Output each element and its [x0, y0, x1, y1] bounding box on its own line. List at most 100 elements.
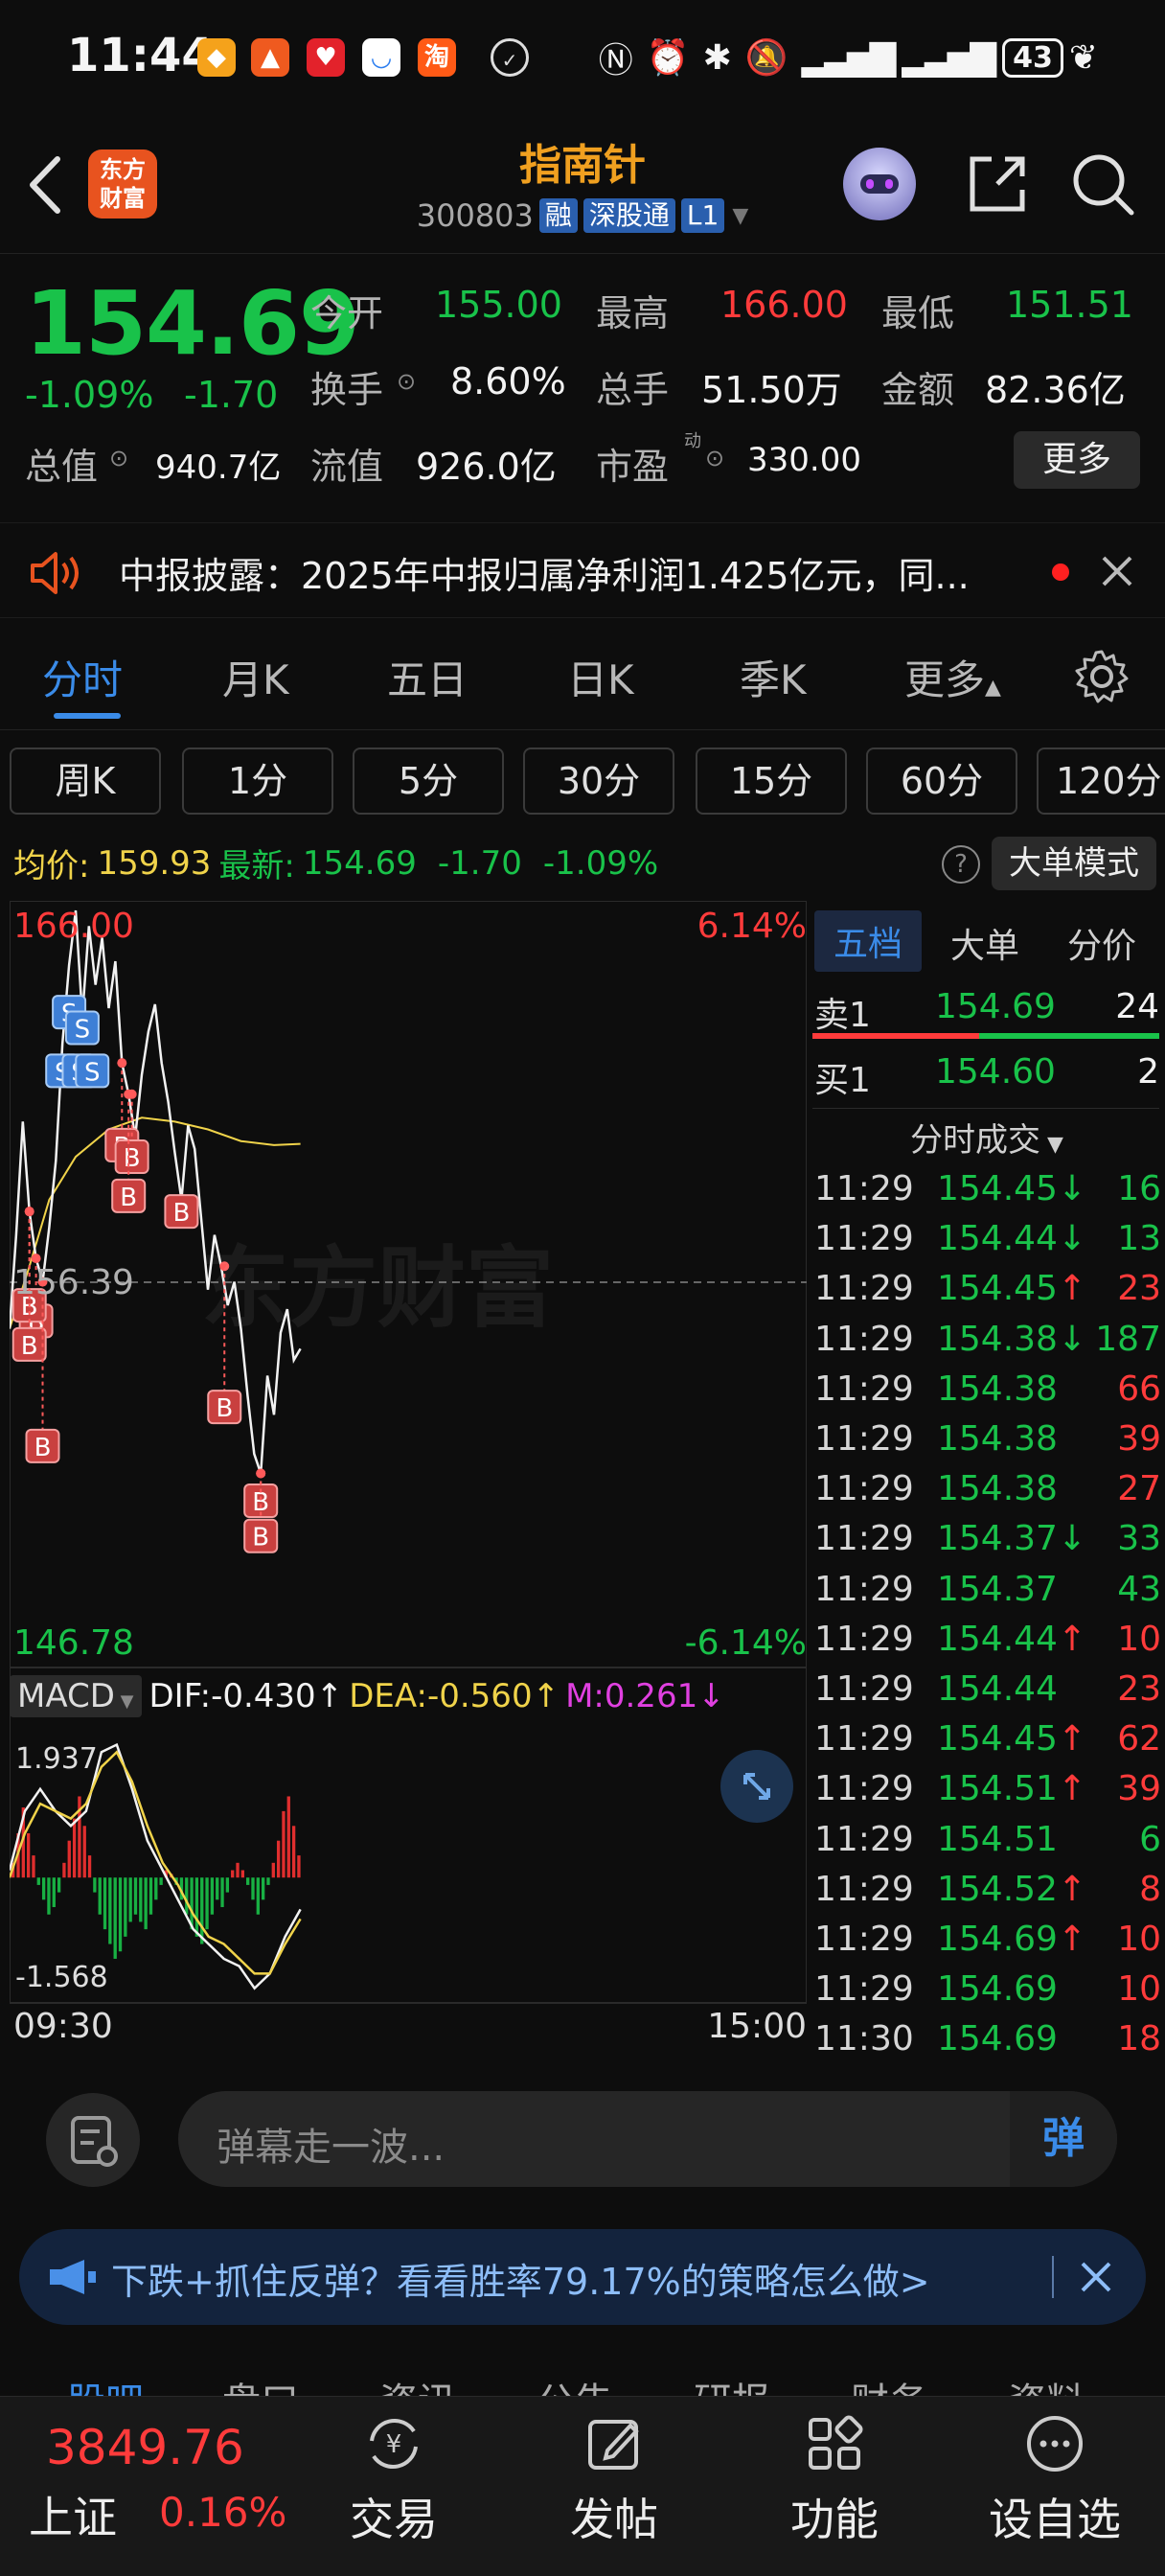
danmu-placeholder: 弹幕走一波... — [217, 2126, 445, 2170]
sell-marker-label: S — [84, 1058, 101, 1087]
tick-row: 11:29 154.51 6 — [814, 1820, 1161, 1870]
period-weekly-k[interactable]: 周K — [10, 748, 161, 815]
macd-bar — [205, 1877, 209, 1930]
tick-row: 11:29 154.38 27 — [814, 1469, 1161, 1519]
tab-five-day[interactable]: 五日 — [387, 648, 468, 706]
nav-add-watchlist-label: 设自选 — [989, 2494, 1121, 2545]
macd-bar — [128, 1877, 132, 1922]
tab-intraday[interactable]: 分时 — [42, 648, 123, 706]
dropdown-icon: ▼ — [1040, 1133, 1063, 1157]
app-notification-icon: ◆ — [197, 38, 236, 77]
bluetooth-icon: ✱ — [702, 37, 732, 78]
pe-label: 市盈 — [596, 446, 670, 488]
battery-icon: 43 — [1002, 37, 1063, 78]
search-icon[interactable] — [1068, 150, 1137, 222]
strategy-ad-banner[interactable]: 下跌+抓住反弹？看看胜率79.17%的策略怎么做> — [19, 2229, 1146, 2325]
tick-price: 154.52↑ — [937, 1869, 1087, 1909]
chart-low-pct: -6.14% — [684, 1623, 807, 1663]
notice-bar[interactable]: 中报披露：2025年中报归属净利润1.425亿元，同... — [0, 522, 1165, 618]
nav-post[interactable]: 发帖 — [542, 2412, 686, 2548]
nav-add-watchlist[interactable]: 设自选 — [983, 2412, 1127, 2548]
arrow-up-icon: ↑ — [532, 1677, 560, 1715]
help-icon[interactable]: ? — [942, 845, 980, 884]
period-1min[interactable]: 1分 — [182, 748, 333, 815]
macd-bar — [124, 1877, 127, 1937]
tick-price: 154.45↓ — [937, 1169, 1087, 1208]
period-30min[interactable]: 30分 — [523, 748, 674, 815]
avg-label: 均价: — [13, 847, 90, 886]
period-15min[interactable]: 15分 — [696, 748, 847, 815]
prev-close-label: 156.39 — [13, 1263, 134, 1302]
open-label: 今开 — [310, 292, 384, 334]
tab-daily-k[interactable]: 日K — [567, 648, 634, 706]
buy-marker-dot — [117, 1058, 127, 1069]
price-line — [10, 909, 302, 1474]
tab-monthly-k[interactable]: 月K — [222, 648, 289, 706]
tab-price-dist[interactable]: 分价 — [1067, 918, 1136, 968]
expand-chart-button[interactable] — [720, 1750, 793, 1823]
divider — [812, 1108, 1159, 1109]
danmu-send-button[interactable]: 弹 — [1010, 2091, 1117, 2187]
close-icon — [1102, 556, 1132, 586]
period-60min[interactable]: 60分 — [866, 748, 1017, 815]
mute-icon: 🔕 — [744, 38, 788, 78]
bid-price: 154.60 — [935, 1052, 1056, 1092]
macd-bar — [62, 1862, 66, 1878]
period-120min[interactable]: 120分 — [1037, 748, 1165, 815]
tab-quarterly-k[interactable]: 季K — [740, 648, 807, 706]
dropdown-icon: ▼ — [732, 203, 749, 228]
sell-marker-label: S — [75, 1015, 91, 1044]
macd-bar — [286, 1796, 290, 1878]
tick-time: 11:29 — [814, 1920, 914, 1959]
index-ticker[interactable]: 3849.76 上证 0.16% — [0, 2397, 316, 2576]
apps-grid-icon — [809, 2415, 863, 2470]
watermark: 东方财富 — [201, 1237, 555, 1340]
tick-row: 11:29 154.52↑ 8 — [814, 1870, 1161, 1920]
dif-value: DIF:-0.430 — [148, 1677, 316, 1715]
tick-price: 154.45↑ — [937, 1269, 1087, 1309]
ai-assistant-icon[interactable] — [843, 148, 916, 220]
tab-big-orders[interactable]: 大单 — [950, 918, 1019, 968]
price-info-row: 均价: 159.93 最新: 154.69 -1.70 -1.09% — [13, 840, 658, 886]
danmu-input[interactable]: 弹幕走一波... 弹 — [178, 2091, 1117, 2187]
more-quote-button[interactable]: 更多 — [1014, 431, 1140, 489]
nav-functions[interactable]: 功能 — [763, 2412, 906, 2548]
macd-bar — [36, 1877, 40, 1885]
info-icon[interactable]: ⊙ — [705, 445, 724, 472]
ticks-title[interactable]: 分时成交 ▼ — [910, 1114, 1063, 1161]
app-notification-icon: ✓ — [491, 38, 529, 77]
arrow-up-icon: ↑ — [315, 1677, 344, 1715]
ask-volume: 24 — [1115, 987, 1159, 1026]
tick-volume: 10 — [1117, 1969, 1161, 2010]
buy-marker-dot — [24, 1207, 34, 1217]
big-order-mode-button[interactable]: 大单模式 — [992, 837, 1156, 890]
macd-bar — [220, 1877, 224, 1908]
macd-bar — [98, 1877, 102, 1915]
tick-time: 11:29 — [814, 1219, 914, 1259]
buy-marker-label: B — [124, 1144, 141, 1173]
low-value: 151.51 — [1006, 284, 1133, 326]
buy-marker-label: B — [34, 1434, 52, 1462]
nav-trade[interactable]: ¥ 交易 — [322, 2412, 466, 2548]
tick-price: 154.45↑ — [937, 1719, 1087, 1760]
tab-more[interactable]: 更多▲ — [904, 648, 1001, 706]
dropdown-icon: ▼ — [114, 1691, 134, 1712]
info-icon[interactable]: ⊙ — [397, 368, 416, 395]
tab-five-levels[interactable]: 五档 — [814, 910, 923, 972]
turnover-value: 8.60% — [450, 360, 566, 402]
macd-bar — [276, 1840, 281, 1878]
tick-volume: 8 — [1139, 1869, 1161, 1909]
market-cap-value: 940.7亿 — [155, 448, 282, 487]
info-icon[interactable]: ⊙ — [109, 445, 128, 472]
tick-volume: 23 — [1117, 1669, 1161, 1709]
latest-pct: -1.09% — [542, 843, 659, 883]
macd-selector[interactable]: MACD ▼ — [10, 1675, 142, 1717]
period-5min[interactable]: 5分 — [353, 748, 504, 815]
m-value: M:0.261 — [565, 1677, 698, 1715]
danmu-settings-button[interactable] — [46, 2093, 140, 2187]
tick-volume: 10 — [1117, 1920, 1161, 1959]
share-icon[interactable] — [963, 150, 1032, 222]
macd-bar — [236, 1862, 240, 1878]
intraday-chart[interactable]: SSSSSBBBBBBBBBBB 166.00 6.14% 146.78 -6.… — [10, 901, 807, 2051]
tick-price: 154.69 — [937, 1969, 1058, 2010]
